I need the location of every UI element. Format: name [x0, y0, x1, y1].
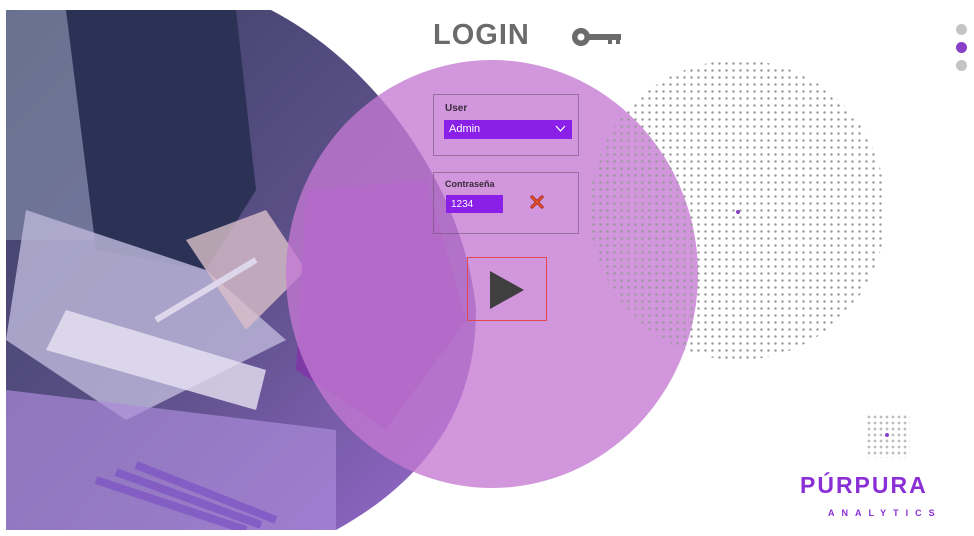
clear-x-icon[interactable]	[530, 195, 544, 209]
password-input[interactable]	[446, 195, 503, 213]
user-select-value: Admin	[449, 123, 481, 135]
play-icon	[490, 271, 524, 309]
page-indicator	[956, 24, 972, 94]
user-select[interactable]: Admin	[444, 120, 572, 139]
brand-tagline: ANALYTICS	[828, 508, 942, 518]
chevron-down-icon	[555, 125, 566, 132]
login-submit-button[interactable]	[467, 257, 547, 321]
user-field-group: User Admin	[433, 94, 579, 156]
password-field-group: Contraseña	[433, 172, 579, 234]
brand-name: PÚRPURA	[800, 472, 928, 498]
page-dot-3[interactable]	[956, 60, 967, 71]
brand-logo-dot	[885, 433, 889, 437]
decorative-dot-center	[736, 210, 740, 214]
page-dot-1[interactable]	[956, 24, 967, 35]
login-screen: LOGIN User Admin Contraseña 1234 PÚRPURA…	[0, 0, 974, 536]
key-icon	[572, 28, 621, 46]
password-label: Contraseña	[445, 179, 495, 189]
page-dot-2-active[interactable]	[956, 42, 967, 53]
user-label: User	[445, 103, 468, 114]
login-title: LOGIN	[433, 19, 530, 51]
